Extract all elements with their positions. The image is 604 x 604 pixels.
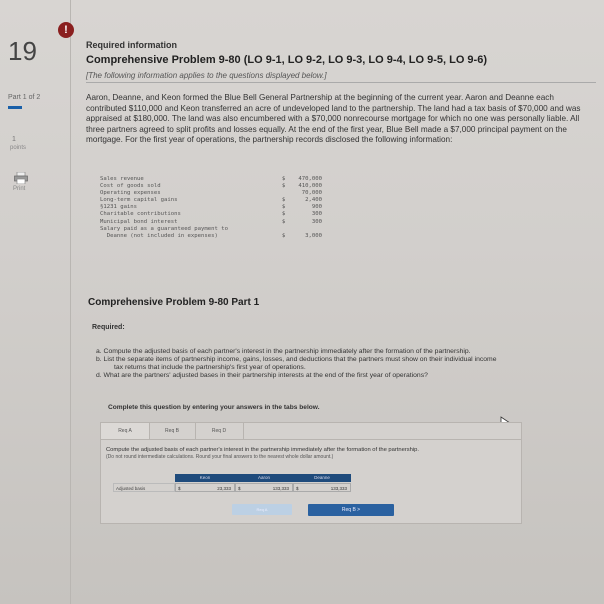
points-label: points (10, 145, 27, 151)
tab-bar: Req A Req B Req D (101, 423, 521, 440)
question-number: 19 (8, 36, 37, 66)
problem-title: Comprehensive Problem 9-80 (LO 9-1, LO 9… (86, 54, 487, 66)
table-row: Salary paid as a guaranteed payment to (100, 225, 228, 232)
tab-instruction-note: (Do not round intermediate calculations.… (106, 454, 334, 460)
problem-subtitle: [The following information applies to th… (86, 71, 596, 83)
input-aaron-basis[interactable]: $133,333 (235, 483, 293, 492)
points-value: 1 (12, 136, 16, 143)
question-content: Required information Comprehensive Probl… (86, 40, 596, 146)
requirement-d: d. What are the partners' adjusted bases… (96, 372, 428, 379)
column-header-aaron: Aaron (235, 474, 293, 482)
tab-instruction-text: Compute the adjusted basis of each partn… (106, 447, 420, 453)
requirement-a: a. Compute the adjusted basis of each pa… (96, 348, 471, 355)
required-information-heading: Required information (86, 40, 178, 50)
column-header-keon: Keon (175, 474, 235, 482)
financial-data-table: Sales revenue $470,000 Cost of goods sold… (100, 176, 322, 240)
table-row: Operating expenses 70,000 (100, 190, 322, 197)
requirement-b: b. List the separate items of partnershi… (96, 356, 497, 363)
tab-req-a[interactable]: Req A (101, 423, 150, 439)
print-label[interactable]: Print (13, 186, 25, 192)
alert-icon: ! (58, 22, 74, 38)
page: 19 ! Part 1 of 2 1 points Print Required… (0, 0, 604, 604)
column-header-deanne: Deanne (293, 474, 351, 482)
table-row: Charitable contributions $300 (100, 211, 322, 218)
row-label-adjusted-basis: Adjusted basis (113, 483, 175, 492)
table-row: Municipal bond interest $300 (100, 218, 322, 225)
input-keon-basis[interactable]: $23,333 (175, 483, 235, 492)
table-row: Long-term capital gains $2,400 (100, 197, 322, 204)
requirements-list: a. Compute the adjusted basis of each pa… (96, 348, 596, 380)
tab-instructions: Compute the adjusted basis of each partn… (106, 447, 526, 461)
table-row: Sales revenue $470,000 (100, 176, 322, 182)
input-deanne-basis[interactable]: $133,333 (293, 483, 351, 492)
requirement-b-continued: tax returns that include the partnership… (114, 364, 306, 371)
table-row: Deanne (not included in expenses) $3,000 (100, 232, 322, 239)
tab-req-d[interactable]: Req D (195, 423, 244, 439)
part-indicator: Part 1 of 2 (8, 94, 41, 101)
required-label: Required: (92, 324, 125, 331)
tab-req-b[interactable]: Req B (149, 423, 196, 439)
table-row: Cost of goods sold $410,000 (100, 183, 322, 190)
prev-req-a-button[interactable]: Req A (232, 504, 292, 515)
print-icon[interactable] (14, 172, 28, 184)
next-req-b-button[interactable]: Req B > (308, 504, 394, 516)
part-progress-bar (8, 106, 22, 109)
part-title: Comprehensive Problem 9-80 Part 1 (88, 297, 260, 308)
problem-description: Aaron, Deanne, and Keon formed the Blue … (86, 93, 581, 144)
table-row: §1231 gains $900 (100, 204, 322, 211)
sidebar: 19 ! Part 1 of 2 1 points Print (0, 0, 74, 604)
complete-instruction: Complete this question by entering your … (108, 404, 320, 411)
